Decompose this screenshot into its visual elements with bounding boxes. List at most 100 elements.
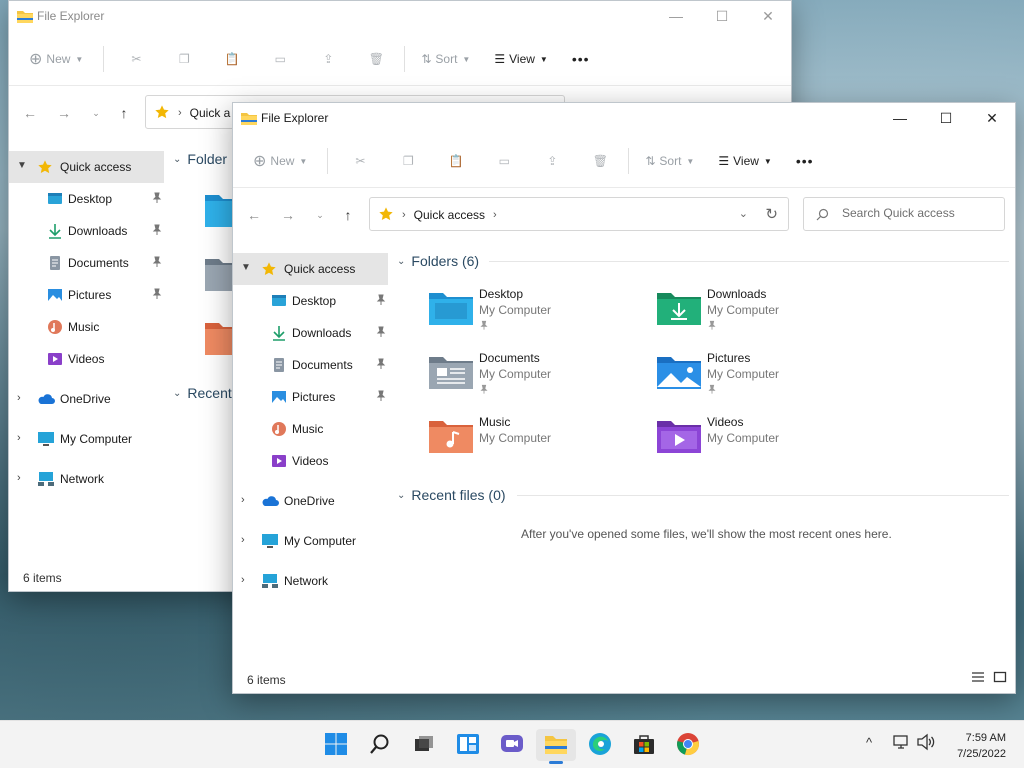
close-button[interactable]: ✕ — [745, 1, 791, 31]
taskbar-file-explorer[interactable] — [536, 729, 576, 764]
start-button[interactable] — [316, 729, 356, 761]
copy-button[interactable]: ❐ — [160, 43, 208, 75]
sidebar-item-my-computer[interactable]: › My Computer — [9, 423, 165, 455]
refresh-button[interactable]: ↻ — [765, 205, 778, 223]
delete-button[interactable]: 🗑 — [576, 145, 624, 177]
recent-locations-button[interactable]: ⌄ — [309, 205, 331, 225]
recent-section-header[interactable]: ⌄ Recent files (0) — [397, 487, 506, 503]
close-icon: ✕ — [986, 109, 998, 126]
sidebar-item-desktop[interactable]: Desktop — [233, 285, 389, 317]
folder-tile-documents[interactable]: Documents My Computer — [429, 351, 649, 411]
chat-button[interactable] — [492, 729, 532, 761]
taskbar-edge[interactable] — [580, 729, 620, 761]
sidebar-item-music[interactable]: Music — [9, 311, 165, 343]
taskbar-chrome[interactable] — [668, 729, 708, 761]
sidebar-item-documents[interactable]: Documents — [233, 349, 389, 381]
title-bar[interactable]: File Explorer — ☐ ✕ — [9, 1, 791, 31]
sidebar-item-downloads[interactable]: Downloads — [9, 215, 165, 247]
task-view-button[interactable] — [404, 729, 444, 761]
file-explorer-window[interactable]: File Explorer — ☐ ✕ ⊕ New ▼ ✂ ❐ 📋 ▭ ⇪ 🗑 ⇅ S… — [232, 102, 1016, 694]
minimize-button[interactable]: — — [877, 103, 923, 133]
new-button[interactable]: ⊕ New ▼ — [21, 43, 91, 75]
sidebar-item-network[interactable]: › Network — [9, 463, 165, 495]
widgets-button[interactable] — [448, 729, 488, 761]
breadcrumb-quick-access[interactable]: Quick a — [190, 106, 231, 120]
sidebar-item-onedrive[interactable]: › OneDrive — [233, 485, 389, 517]
chat-icon — [500, 733, 524, 758]
folders-section-header[interactable]: ⌄ Folder — [173, 151, 227, 167]
sort-button[interactable]: ⇅ Sort ▼ — [637, 145, 702, 177]
chevron-down-icon: ⌄ — [316, 209, 324, 220]
details-view-button[interactable] — [971, 670, 985, 687]
folder-tile-pictures[interactable]: Pictures My Computer — [657, 351, 877, 411]
tiles-view-button[interactable] — [993, 670, 1007, 687]
breadcrumb-separator[interactable]: › — [493, 209, 497, 221]
folder-tile-music[interactable]: Music My Computer — [429, 415, 649, 475]
maximize-button[interactable]: ☐ — [923, 103, 969, 133]
share-button[interactable]: ⇪ — [304, 43, 352, 75]
maximize-button[interactable]: ☐ — [699, 1, 745, 31]
sidebar-item-downloads[interactable]: Downloads — [233, 317, 389, 349]
sort-button[interactable]: ⇅ Sort ▼ — [413, 43, 478, 75]
rename-button[interactable]: ▭ — [256, 43, 304, 75]
folders-section-header[interactable]: ⌄ Folders (6) — [397, 253, 479, 269]
folder-tile-videos[interactable]: Videos My Computer — [657, 415, 877, 475]
clock[interactable]: 7:59 AM 7/25/2022 — [957, 730, 1006, 762]
paste-button[interactable]: 📋 — [208, 43, 256, 75]
share-button[interactable]: ⇪ — [528, 145, 576, 177]
volume-icon[interactable] — [916, 733, 936, 754]
sidebar-item-onedrive[interactable]: › OneDrive — [9, 383, 165, 415]
paste-button[interactable]: 📋 — [432, 145, 480, 177]
sidebar-item-my-computer[interactable]: › My Computer — [233, 525, 389, 557]
cut-button[interactable]: ✂ — [336, 145, 384, 177]
sidebar-item-documents[interactable]: Documents — [9, 247, 165, 279]
folder-tile-desktop[interactable]: Desktop My Computer — [429, 287, 649, 347]
up-button[interactable]: ↑ — [113, 103, 135, 123]
chevron-down-icon: ▼ — [539, 54, 548, 64]
copy-button[interactable]: ❐ — [384, 145, 432, 177]
delete-button[interactable]: 🗑 — [352, 43, 400, 75]
view-button[interactable]: ☰ View ▼ — [710, 145, 779, 177]
chevron-right-icon: › — [17, 472, 21, 484]
taskbar-store[interactable] — [624, 729, 664, 761]
new-button[interactable]: ⊕ New ▼ — [245, 145, 315, 177]
more-options-button[interactable]: ••• — [564, 43, 598, 75]
rename-button[interactable]: ▭ — [480, 145, 528, 177]
address-bar[interactable]: › Quick access › ⌄ ↻ — [369, 197, 789, 231]
forward-button[interactable]: → — [277, 205, 299, 225]
recent-section-header[interactable]: ⌄ Recent — [173, 385, 232, 401]
sidebar-item-pictures[interactable]: Pictures — [233, 381, 389, 413]
breadcrumb-quick-access[interactable]: Quick access — [414, 208, 485, 222]
back-button[interactable]: ← — [19, 103, 41, 123]
view-button[interactable]: ☰ View ▼ — [486, 43, 555, 75]
sidebar-item-label: OneDrive — [60, 392, 111, 406]
minimize-button[interactable]: — — [653, 1, 699, 31]
network-status-icon[interactable] — [892, 733, 910, 754]
taskbar-search-button[interactable] — [360, 729, 400, 761]
close-button[interactable]: ✕ — [969, 103, 1015, 133]
title-bar[interactable]: File Explorer — ☐ ✕ — [233, 103, 1015, 133]
search-input[interactable] — [842, 206, 992, 220]
up-button[interactable]: ↑ — [337, 205, 359, 225]
sidebar-item-quick-access[interactable]: ▼ Quick access — [233, 253, 388, 285]
documents-folder-icon — [429, 353, 473, 392]
sidebar-item-music[interactable]: Music — [233, 413, 389, 445]
sidebar-item-pictures[interactable]: Pictures — [9, 279, 165, 311]
search-box[interactable] — [803, 197, 1005, 231]
cut-button[interactable]: ✂ — [112, 43, 160, 75]
folder-location: My Computer — [707, 303, 780, 317]
arrow-right-icon: → — [57, 105, 71, 121]
sidebar-item-desktop[interactable]: Desktop — [9, 183, 165, 215]
sidebar-item-videos[interactable]: Videos — [233, 445, 389, 477]
windows-logo-icon — [324, 732, 348, 759]
address-history-dropdown[interactable]: ⌄ — [739, 207, 748, 220]
sidebar-item-videos[interactable]: Videos — [9, 343, 165, 375]
show-hidden-icons-button[interactable]: ^ — [866, 735, 872, 750]
sidebar-item-network[interactable]: › Network — [233, 565, 389, 597]
recent-locations-button[interactable]: ⌄ — [85, 103, 107, 123]
forward-button[interactable]: → — [53, 103, 75, 123]
folder-tile-downloads[interactable]: Downloads My Computer — [657, 287, 877, 347]
sidebar-item-quick-access[interactable]: ▼ Quick access — [9, 151, 164, 183]
more-options-button[interactable]: ••• — [788, 145, 822, 177]
back-button[interactable]: ← — [243, 205, 265, 225]
